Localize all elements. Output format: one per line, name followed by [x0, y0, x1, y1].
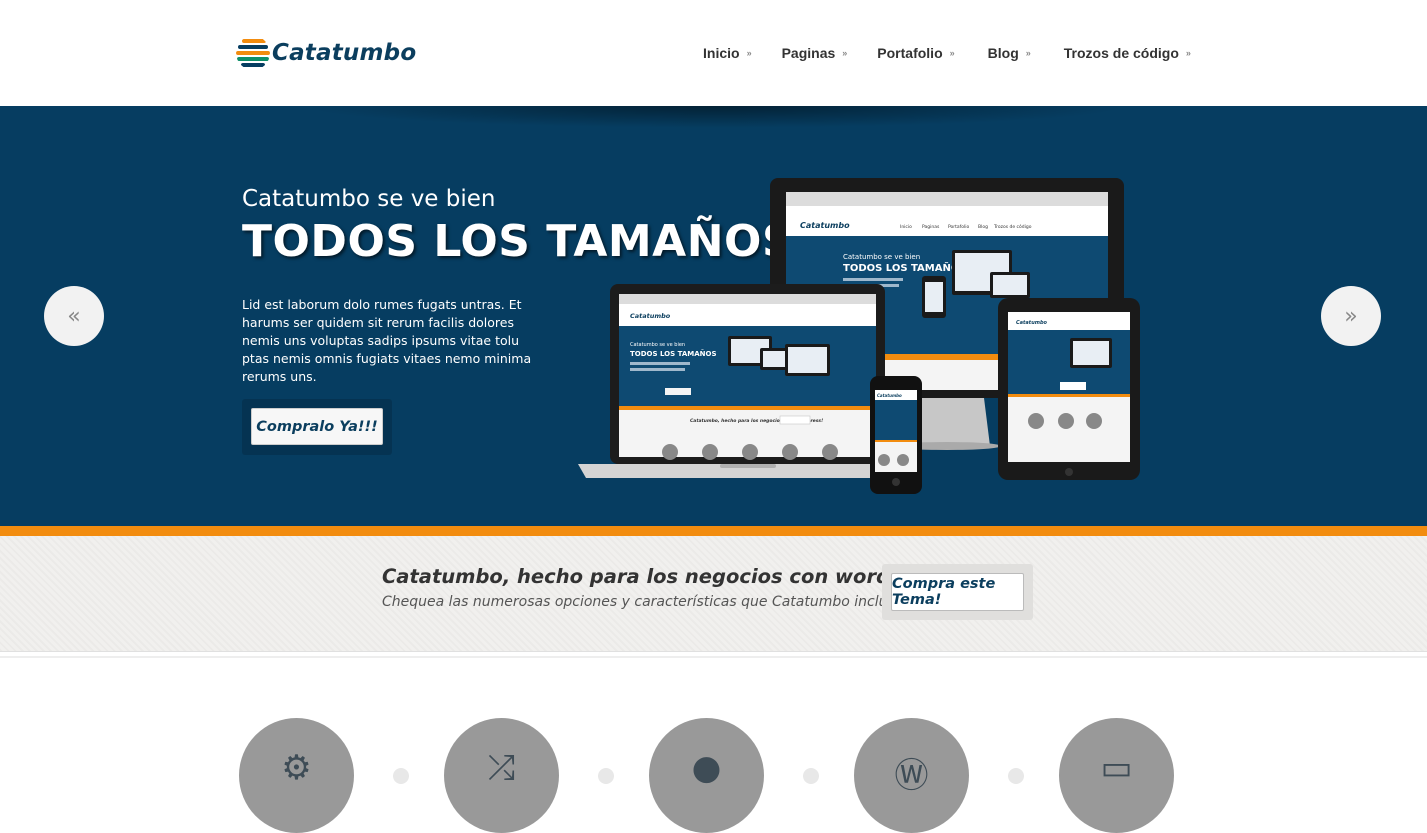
- chevron-right-icon: »: [746, 48, 752, 58]
- laptop-title: TODOS LOS TAMAÑOS: [630, 349, 717, 358]
- main-nav: Inicio » Paginas » Portafolio » Blog » T…: [703, 45, 1221, 61]
- screen-subtitle: Catatumbo se ve bien: [843, 253, 920, 261]
- responsive-devices-image: Catatumbo Inicio Paginas Portafolio Blog…: [578, 178, 1140, 494]
- logo-text: Catatumbo: [272, 40, 417, 66]
- hero-description: Lid est laborum dolo rumes fugats untras…: [242, 297, 532, 384]
- nav-item-blog[interactable]: Blog »: [988, 45, 1031, 61]
- logo-mark-icon: [236, 36, 270, 70]
- call-to-action: Catatumbo, hecho para los negocios con w…: [0, 536, 1427, 652]
- feature-connector: [393, 768, 409, 784]
- screen-menu-0: Inicio: [900, 224, 912, 230]
- phone-mockup: Catatumbo: [870, 376, 922, 494]
- nav-item-portafolio[interactable]: Portafolio »: [877, 45, 954, 61]
- cta-button-frame: Compra este Tema!: [882, 564, 1033, 620]
- screen-menu-3: Blog: [978, 224, 988, 230]
- tablet-mockup: Catatumbo: [998, 298, 1140, 480]
- nav-item-label: Blog: [987, 45, 1019, 61]
- wordpress-icon: Ⓦ: [894, 756, 929, 796]
- site-logo[interactable]: Catatumbo: [236, 36, 416, 70]
- cta-subtitle: Chequea las numerosas opciones y caracte…: [382, 594, 909, 610]
- feature-circle[interactable]: ●: [649, 718, 764, 833]
- screen-menu-2: Portafolio: [948, 224, 970, 230]
- nav-item-label: Portafolio: [877, 45, 943, 61]
- header-shadow: [300, 106, 1130, 128]
- laptop-mockup: Catatumbo Catatumbo se ve bien TODOS LOS…: [578, 284, 918, 478]
- section-divider: [0, 656, 1427, 658]
- hero-subtitle: Catatumbo se ve bien: [242, 186, 496, 212]
- feature-circle[interactable]: ⚙: [239, 718, 354, 833]
- nav-item-label: Trozos de código: [1063, 45, 1179, 61]
- chevron-right-icon: »: [949, 48, 955, 58]
- hero-button-frame: Compralo Ya!!!: [242, 399, 392, 455]
- nav-item-inicio[interactable]: Inicio »: [703, 45, 752, 61]
- laptop-subtitle: Catatumbo se ve bien: [630, 342, 685, 348]
- double-chevron-left-icon: «: [67, 303, 81, 329]
- laptop-logo: Catatumbo: [630, 312, 671, 320]
- screen-menu-4: Trozos de código: [993, 223, 1032, 230]
- screen-menu-1: Paginas: [922, 224, 940, 230]
- feature-connector: [803, 768, 819, 784]
- nav-item-label: Paginas: [781, 45, 836, 61]
- feature-circle[interactable]: ▭: [1059, 718, 1174, 833]
- monitor-icon: ▭: [1100, 748, 1133, 788]
- phone-logo: Catatumbo: [877, 393, 902, 398]
- shuffle-icon: ⤮: [487, 748, 516, 788]
- nav-item-paginas[interactable]: Paginas »: [782, 45, 848, 61]
- users-icon: ●: [691, 748, 722, 788]
- chevron-right-icon: »: [1025, 48, 1031, 58]
- tablet-logo: Catatumbo: [1016, 320, 1048, 326]
- screen-title: TODOS LOS TAMAÑOS: [843, 261, 967, 274]
- chevron-right-icon: »: [842, 48, 848, 58]
- feature-connector: [1008, 768, 1024, 784]
- feature-circle[interactable]: Ⓦ: [854, 718, 969, 833]
- nav-item-trozos[interactable]: Trozos de código »: [1064, 45, 1191, 61]
- feature-circle[interactable]: ⤮: [444, 718, 559, 833]
- double-chevron-right-icon: »: [1344, 303, 1358, 329]
- site-header: Catatumbo Inicio » Paginas » Portafolio …: [0, 0, 1427, 106]
- gear-icon: ⚙: [281, 748, 312, 788]
- slider-prev-button[interactable]: «: [44, 286, 104, 346]
- slider-next-button[interactable]: »: [1321, 286, 1381, 346]
- nav-item-label: Inicio: [703, 45, 740, 61]
- accent-bar: [0, 526, 1427, 536]
- buy-now-button[interactable]: Compralo Ya!!!: [251, 408, 383, 445]
- screen-logo: Catatumbo: [800, 221, 850, 230]
- chevron-right-icon: »: [1185, 48, 1191, 58]
- hero-slider: Catatumbo se ve bien TODOS LOS TAMAÑOS L…: [0, 106, 1427, 526]
- buy-theme-button[interactable]: Compra este Tema!: [891, 573, 1024, 611]
- feature-connector: [598, 768, 614, 784]
- cta-title: Catatumbo, hecho para los negocios con w…: [382, 565, 959, 588]
